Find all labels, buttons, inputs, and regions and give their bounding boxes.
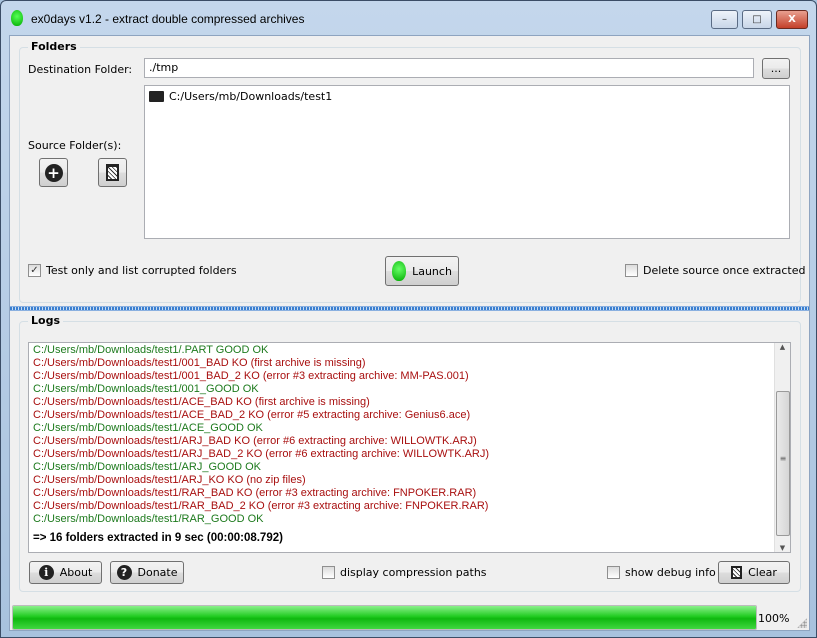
delete-source-label: Delete source once extracted (643, 264, 806, 277)
log-line: C:/Users/mb/Downloads/test1/RAR_BAD_2 KO… (33, 500, 489, 512)
minimize-button[interactable]: – (711, 10, 738, 29)
source-label: Source Folder(s): (28, 139, 122, 152)
log-line: C:/Users/mb/Downloads/test1/001_GOOD OK (33, 383, 259, 395)
splitter-handle[interactable] (10, 306, 809, 311)
logs-title: Logs (28, 314, 63, 327)
log-summary: => 16 folders extracted in 9 sec (00:00:… (33, 532, 283, 544)
checkbox-box (607, 566, 620, 579)
folders-title: Folders (28, 40, 80, 53)
size-grip[interactable] (797, 618, 807, 628)
alien-icon (392, 261, 407, 281)
progress-label: 100% (758, 612, 790, 625)
main-window: ex0days v1.2 - extract double compressed… (0, 0, 817, 638)
client-area: Folders Destination Folder: ./tmp ... C:… (9, 35, 810, 631)
trash-icon (106, 164, 119, 181)
folder-icon (149, 91, 164, 102)
delete-source-checkbox[interactable]: Delete source once extracted (625, 264, 805, 277)
window-title: ex0days v1.2 - extract double compressed… (31, 12, 305, 26)
plus-circle-icon: + (44, 163, 63, 182)
debug-info-checkbox[interactable]: show debug info (607, 566, 716, 579)
log-line: C:/Users/mb/Downloads/test1/ACE_GOOD OK (33, 422, 263, 434)
test-only-checkbox[interactable]: ✓ Test only and list corrupted folders (28, 264, 237, 277)
log-line: C:/Users/mb/Downloads/test1/001_BAD_2 KO… (33, 370, 469, 382)
close-button[interactable]: X (776, 10, 808, 29)
log-line: C:/Users/mb/Downloads/test1/001_BAD KO (… (33, 357, 366, 369)
log-output[interactable]: C:/Users/mb/Downloads/test1/.PART GOOD O… (28, 342, 791, 553)
source-folder-item[interactable]: C:/Users/mb/Downloads/test1 (149, 90, 785, 103)
maximize-button[interactable]: □ (742, 10, 772, 29)
destination-label: Destination Folder: (28, 63, 133, 76)
clear-label: Clear (748, 566, 777, 579)
log-line: C:/Users/mb/Downloads/test1/RAR_GOOD OK (33, 513, 264, 525)
checkbox-box (322, 566, 335, 579)
source-folder-path: C:/Users/mb/Downloads/test1 (169, 90, 333, 103)
log-line: C:/Users/mb/Downloads/test1/ACE_BAD_2 KO… (33, 409, 471, 421)
scroll-up-arrow[interactable]: ▲ (775, 343, 790, 351)
scroll-down-arrow[interactable]: ▼ (775, 544, 790, 552)
log-line: C:/Users/mb/Downloads/test1/ARJ_BAD_2 KO… (33, 448, 490, 460)
about-button[interactable]: i About (29, 561, 102, 584)
log-line: C:/Users/mb/Downloads/test1/ARJ_KO KO (n… (33, 474, 306, 486)
alien-app-icon (11, 10, 23, 26)
browse-button[interactable]: ... (762, 58, 790, 79)
about-label: About (59, 566, 93, 579)
destination-input[interactable]: ./tmp (144, 58, 754, 78)
checkbox-box (625, 264, 638, 277)
compression-paths-checkbox[interactable]: display compression paths (322, 566, 487, 579)
progress-fill (13, 606, 756, 629)
remove-source-button[interactable] (98, 158, 127, 187)
test-only-check-icon: ✓ (28, 264, 41, 277)
question-icon: ? (116, 565, 132, 580)
scrollbar-thumb[interactable]: ≡ (776, 391, 790, 536)
trash-icon (731, 566, 743, 579)
log-scrollbar[interactable]: ▲ ≡ ▼ (774, 343, 790, 552)
debug-info-label: show debug info (625, 566, 716, 579)
compression-paths-label: display compression paths (340, 566, 487, 579)
log-line: C:/Users/mb/Downloads/test1/RAR_BAD KO (… (33, 487, 477, 499)
clear-button[interactable]: Clear (718, 561, 790, 584)
log-line: C:/Users/mb/Downloads/test1/ARJ_GOOD OK (33, 461, 262, 473)
log-line: C:/Users/mb/Downloads/test1/ACE_BAD KO (… (33, 396, 370, 408)
test-only-label: Test only and list corrupted folders (46, 264, 237, 277)
launch-button[interactable]: Launch (385, 256, 459, 286)
add-source-button[interactable]: + (39, 158, 68, 187)
progress-bar (12, 605, 757, 630)
donate-button[interactable]: ? Donate (110, 561, 184, 584)
log-line: C:/Users/mb/Downloads/test1/ARJ_BAD KO (… (33, 435, 477, 447)
log-line: C:/Users/mb/Downloads/test1/.PART GOOD O… (33, 344, 269, 356)
source-folder-list[interactable]: C:/Users/mb/Downloads/test1 (144, 85, 790, 239)
title-bar: ex0days v1.2 - extract double compressed… (1, 1, 816, 35)
donate-label: Donate (137, 566, 178, 579)
info-icon: i (38, 565, 54, 580)
launch-label: Launch (412, 264, 452, 278)
